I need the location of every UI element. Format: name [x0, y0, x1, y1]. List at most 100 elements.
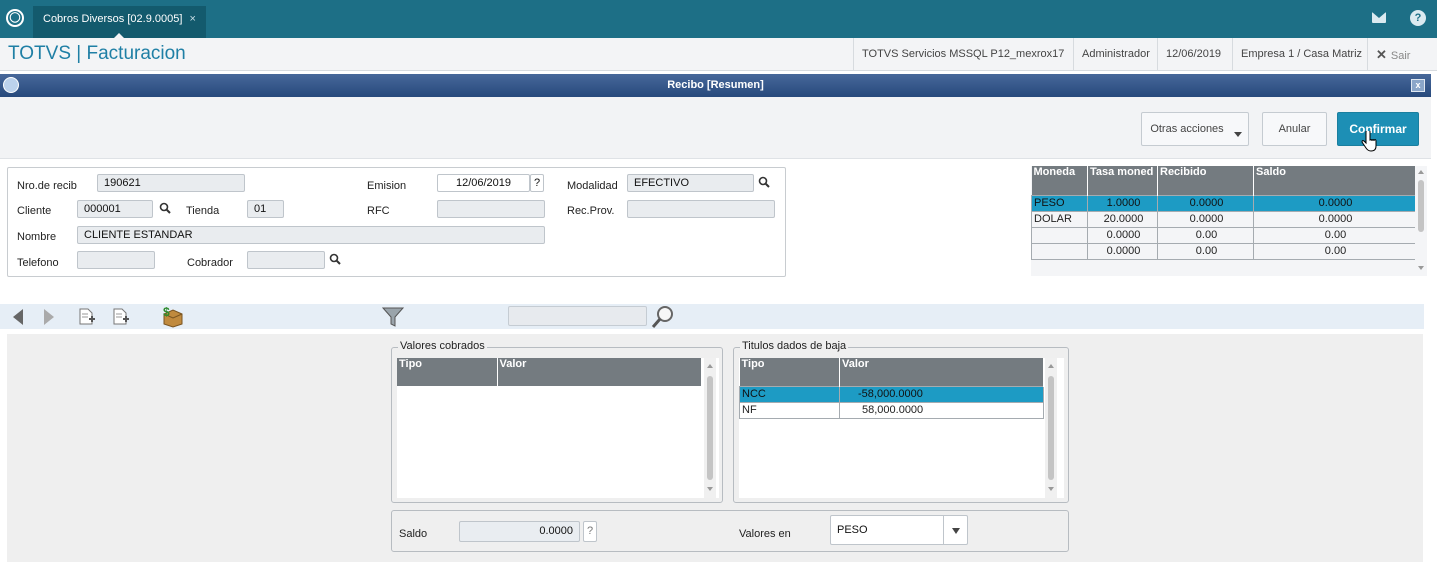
- titulos-table: Tipo Valor NCC -58,000.0000 NF 58,000.00…: [739, 358, 1044, 419]
- mail-icon[interactable]: [1372, 12, 1386, 23]
- cell: 0.00: [1157, 226, 1254, 244]
- rfc-field[interactable]: [437, 200, 545, 218]
- valores-cobrados-group: Valores cobrados Tipo Valor: [391, 340, 723, 503]
- titulos-baja-title: Titulos dados de baja: [740, 340, 849, 352]
- table-row[interactable]: PESO 1.0000 0.0000 0.0000: [1031, 194, 1416, 212]
- modalidad-search-icon[interactable]: [758, 176, 770, 188]
- rfc-label: RFC: [367, 205, 390, 217]
- moneda-scrollbar[interactable]: [1415, 166, 1427, 276]
- action-bar: Otras acciones Anular Confirmar: [0, 97, 1431, 159]
- col-recibido[interactable]: Recibido: [1157, 166, 1254, 195]
- app-logo-icon[interactable]: ◯: [6, 9, 24, 27]
- add-document-icon[interactable]: [78, 307, 96, 326]
- scroll-up-icon[interactable]: [1048, 364, 1054, 368]
- tienda-label: Tienda: [186, 205, 220, 217]
- search-icon[interactable]: [650, 305, 676, 329]
- valores-en-select[interactable]: PESO: [830, 515, 968, 545]
- saldo-help-button[interactable]: ?: [583, 521, 597, 542]
- dropdown-toggle[interactable]: [943, 516, 967, 544]
- cell: 0.00: [1253, 242, 1416, 260]
- titulos-scrollbar[interactable]: [1045, 358, 1057, 498]
- cell: 0.0000: [1157, 210, 1254, 228]
- exit-button[interactable]: ✕ Sair: [1367, 38, 1418, 71]
- scroll-down-icon[interactable]: [1418, 266, 1424, 270]
- nro-recib-label: Nro.de recib: [17, 180, 77, 192]
- nro-recib-field[interactable]: 190621: [97, 174, 245, 192]
- table-row[interactable]: 0.0000 0.00 0.00: [1031, 226, 1416, 244]
- tienda-field[interactable]: 01: [247, 200, 284, 218]
- payment-box-icon[interactable]: $: [160, 305, 186, 328]
- valores-en-label: Valores en: [739, 528, 791, 540]
- col-saldo[interactable]: Saldo: [1253, 166, 1416, 195]
- cobrador-search-icon[interactable]: [329, 253, 341, 265]
- emision-field[interactable]: 12/06/2019: [437, 174, 530, 192]
- scroll-down-icon[interactable]: [707, 487, 713, 491]
- col-valor[interactable]: Valor: [497, 358, 702, 386]
- emision-label: Emision: [367, 180, 407, 192]
- saldo-label: Saldo: [399, 528, 428, 540]
- moneda-table: Moneda Tasa moned Recibido Saldo PESO 1.…: [1031, 166, 1416, 260]
- saldo-field[interactable]: 0.0000: [459, 521, 580, 542]
- otras-acciones-button[interactable]: Otras acciones: [1141, 112, 1249, 146]
- cell: 0.0000: [1157, 194, 1254, 212]
- cliente-search-icon[interactable]: [159, 202, 171, 214]
- table-row[interactable]: NCC -58,000.0000: [739, 385, 1044, 403]
- emision-help-button[interactable]: ?: [530, 174, 544, 192]
- tab-title: Cobros Diversos [02.9.0005]: [43, 13, 183, 25]
- table-row[interactable]: 0.0000 0.00 0.00: [1031, 242, 1416, 260]
- cell: 20.0000: [1087, 210, 1158, 228]
- nombre-field[interactable]: CLIENTE ESTANDAR: [77, 226, 545, 244]
- col-valor[interactable]: Valor: [839, 358, 1044, 386]
- confirmar-button[interactable]: Confirmar: [1337, 112, 1419, 146]
- copy-document-icon[interactable]: [112, 307, 130, 326]
- chevron-down-icon: [952, 528, 960, 534]
- user-name: Administrador: [1073, 38, 1158, 71]
- cobrador-field[interactable]: [247, 251, 325, 269]
- cliente-field[interactable]: 000001: [77, 200, 153, 218]
- cell: NCC: [739, 385, 840, 403]
- col-tasa[interactable]: Tasa moned: [1087, 166, 1158, 195]
- cell: DOLAR: [1031, 210, 1088, 228]
- session-date: 12/06/2019: [1157, 38, 1229, 71]
- table-row[interactable]: DOLAR 20.0000 0.0000 0.0000: [1031, 210, 1416, 228]
- arrow-left-icon[interactable]: [12, 308, 24, 326]
- rec-prov-field[interactable]: [627, 200, 775, 218]
- cell: 0.0000: [1253, 194, 1416, 212]
- arrow-right-icon[interactable]: [43, 308, 55, 326]
- scroll-thumb[interactable]: [1048, 376, 1054, 480]
- cell: 0.0000: [1253, 210, 1416, 228]
- table-row[interactable]: NF 58,000.0000: [739, 401, 1044, 419]
- valores-scrollbar[interactable]: [704, 358, 716, 498]
- telefono-field[interactable]: [77, 251, 155, 269]
- titulos-baja-grid: Tipo Valor NCC -58,000.0000 NF 58,000.00…: [739, 358, 1064, 498]
- scroll-up-icon[interactable]: [707, 364, 713, 368]
- cell: 1.0000: [1087, 194, 1158, 212]
- tab-close-icon[interactable]: ×: [189, 13, 195, 25]
- company-name: Empresa 1 / Casa Matriz: [1232, 38, 1370, 71]
- cliente-label: Cliente: [17, 205, 52, 217]
- col-tipo[interactable]: Tipo: [739, 358, 840, 386]
- valores-en-value: PESO: [837, 524, 868, 536]
- titulos-baja-group: Titulos dados de baja Tipo Valor NCC -58…: [733, 340, 1069, 503]
- nombre-label: Nombre: [17, 231, 57, 243]
- scroll-up-icon[interactable]: [1418, 170, 1424, 174]
- rec-prov-label: Rec.Prov.: [567, 205, 615, 217]
- dialog-close-button[interactable]: x: [1411, 79, 1425, 92]
- col-tipo[interactable]: Tipo: [397, 358, 498, 386]
- app-header: TOTVS | Facturacion TOTVS Servicios MSSQ…: [0, 38, 1437, 71]
- anular-button[interactable]: Anular: [1262, 112, 1327, 146]
- hand-cursor-icon: [1361, 131, 1377, 152]
- col-moneda[interactable]: Moneda: [1031, 166, 1088, 195]
- cell: 0.00: [1157, 242, 1254, 260]
- filter-icon[interactable]: [381, 306, 405, 328]
- cell: 58,000.0000: [839, 401, 1044, 419]
- grid-search-input[interactable]: [508, 306, 647, 326]
- modalidad-field[interactable]: EFECTIVO: [627, 174, 754, 192]
- scroll-thumb[interactable]: [707, 376, 713, 480]
- help-icon[interactable]: ?: [1410, 10, 1426, 26]
- valores-table: Tipo Valor: [397, 358, 702, 386]
- scroll-thumb[interactable]: [1418, 180, 1424, 232]
- dialog-app-icon: [3, 77, 19, 93]
- bottom-panel: Valores cobrados Tipo Valor Titulos dado…: [7, 334, 1423, 562]
- scroll-down-icon[interactable]: [1048, 487, 1054, 491]
